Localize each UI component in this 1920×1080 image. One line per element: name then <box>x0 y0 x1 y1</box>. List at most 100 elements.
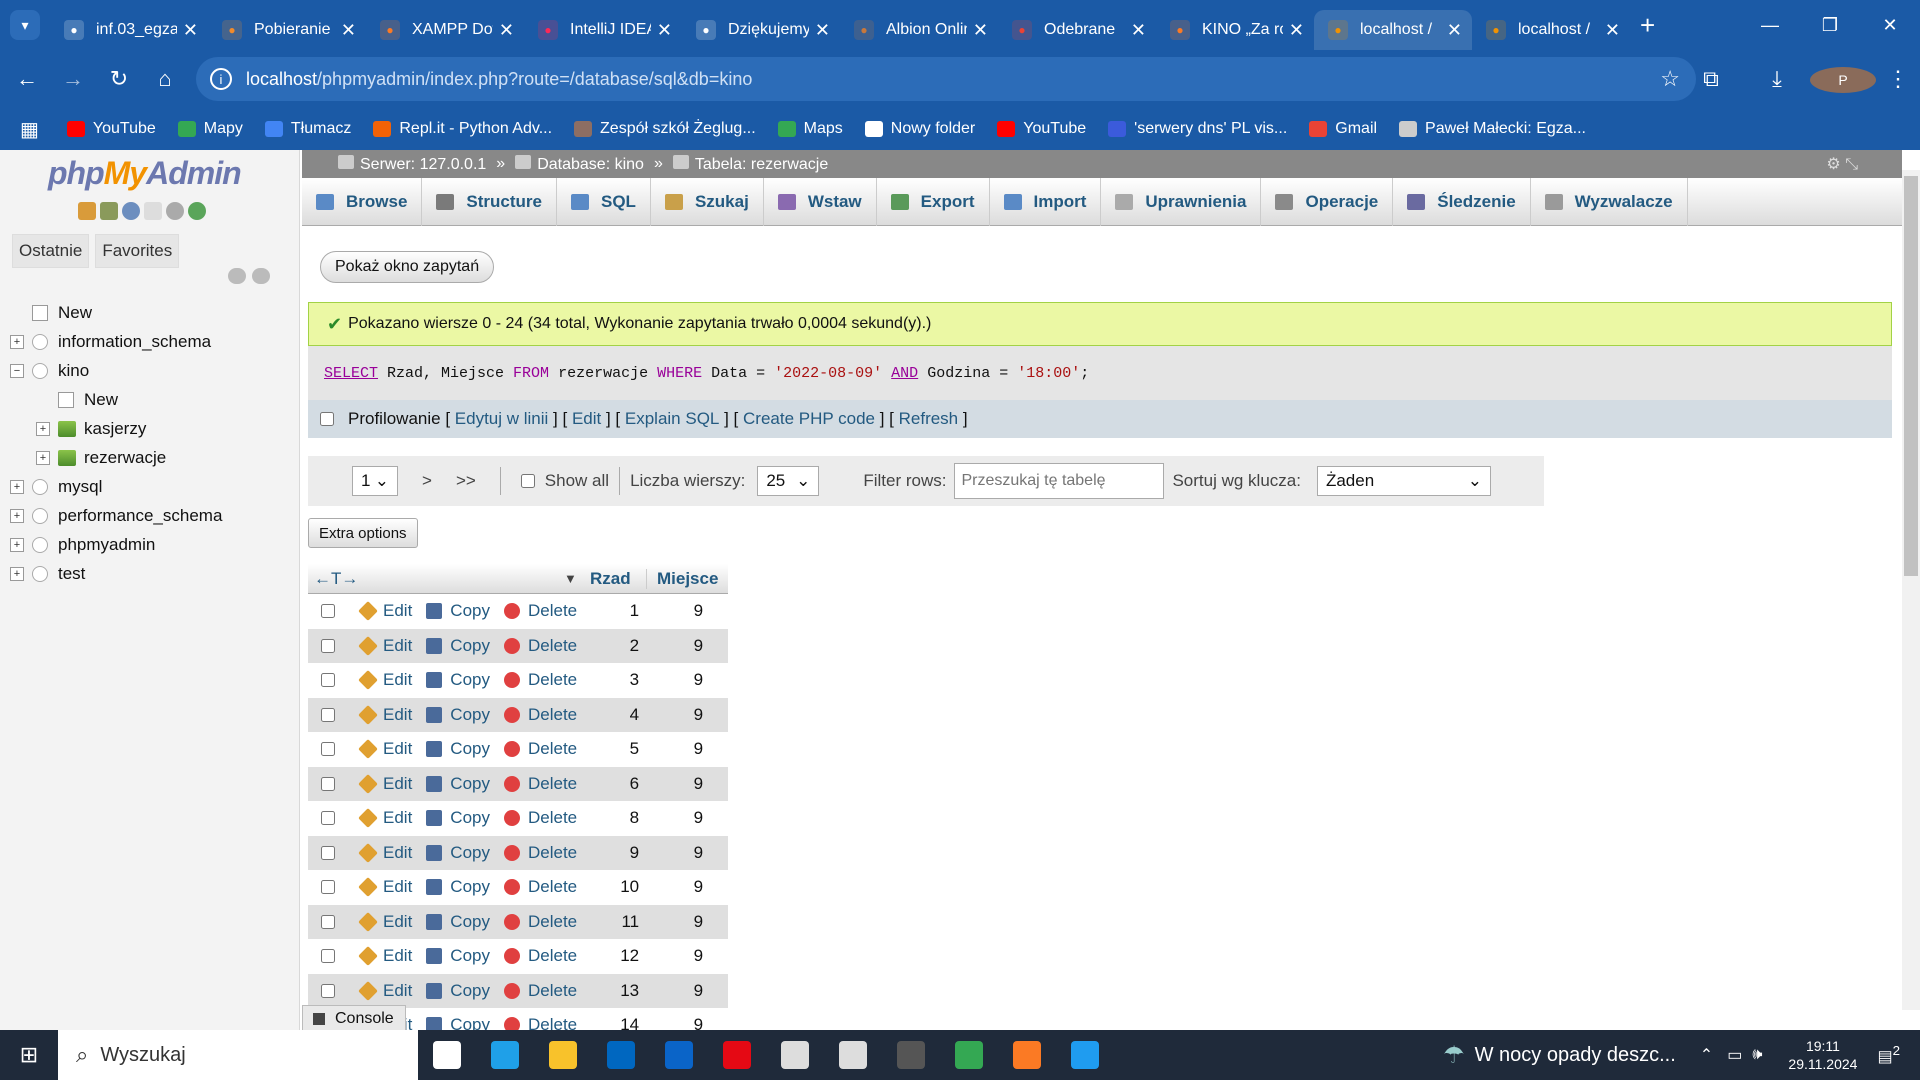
tree-item-mysql[interactable]: + mysql <box>10 472 300 501</box>
volume-icon[interactable]: 🕪 <box>1752 1046 1762 1064</box>
copy-row-button[interactable]: Copy <box>426 739 490 759</box>
scrollbar-thumb[interactable] <box>1904 176 1918 576</box>
tree-item-kasjerzy[interactable]: + kasjerzy <box>10 414 300 443</box>
copy-row-button[interactable]: Copy <box>426 705 490 725</box>
bookmark-item[interactable]: Nowy folder <box>864 120 975 138</box>
delete-row-button[interactable]: Delete <box>503 705 577 725</box>
netflix-icon[interactable] <box>708 1030 766 1080</box>
settings-icon[interactable] <box>166 202 184 220</box>
row-checkbox[interactable] <box>321 742 335 757</box>
browser-tab[interactable]: ● Dziękujemy ✕ <box>682 10 840 50</box>
youtube-app-icon[interactable] <box>766 1030 824 1080</box>
cell-miejsce[interactable]: 9 <box>639 739 703 759</box>
delete-row-button[interactable]: Delete <box>503 739 577 759</box>
tree-item-test[interactable]: + test <box>10 559 300 588</box>
row-checkbox[interactable] <box>321 811 335 826</box>
close-window-button[interactable]: ✕ <box>1860 15 1920 36</box>
cell-miejsce[interactable]: 9 <box>639 636 703 656</box>
network-icon[interactable]: ▭ <box>1727 1045 1742 1065</box>
create-php-code-link[interactable]: Create PHP code <box>743 409 875 429</box>
cell-rzad[interactable]: 5 <box>591 739 639 759</box>
browser-tab[interactable]: ●XAMPP Download✕ <box>366 10 524 50</box>
app-icon[interactable] <box>882 1030 940 1080</box>
cell-rzad[interactable]: 1 <box>591 601 639 621</box>
row-checkbox[interactable] <box>321 673 335 688</box>
page-scrollbar[interactable] <box>1902 170 1920 1010</box>
profile-avatar[interactable]: P <box>1810 67 1876 93</box>
expand-icon[interactable]: + <box>10 479 24 494</box>
tab-uprawnienia[interactable]: Uprawnienia <box>1101 178 1262 226</box>
breadcrumb-server[interactable]: Serwer: 127.0.0.1 <box>338 154 486 174</box>
sort-indicator-icon[interactable]: ▼ <box>564 571 590 586</box>
edit-row-button[interactable]: Edit <box>358 843 412 863</box>
url-bar[interactable]: i localhost/phpmyadmin/index.php?route=/… <box>196 57 1696 101</box>
file-explorer-icon[interactable] <box>534 1030 592 1080</box>
close-tab-icon[interactable]: ✕ <box>815 20 830 41</box>
show-all-checkbox[interactable] <box>520 474 535 488</box>
expand-icon[interactable]: + <box>36 421 50 436</box>
filter-rows-input[interactable] <box>954 463 1165 499</box>
restore-button[interactable]: ❐ <box>1800 15 1860 36</box>
cell-rzad[interactable]: 2 <box>591 636 639 656</box>
tab-wyzwalacze[interactable]: Wyzwalacze <box>1531 178 1688 226</box>
downloads-icon[interactable]: ⤓ <box>1744 66 1810 92</box>
bookmark-item[interactable]: Mapy <box>177 120 243 138</box>
notifications-icon[interactable]: ▤2 <box>1877 1043 1900 1066</box>
cell-rzad[interactable]: 9 <box>591 843 639 863</box>
edit-row-button[interactable]: Edit <box>358 774 412 794</box>
cell-rzad[interactable]: 13 <box>591 981 639 1001</box>
next-page-button[interactable]: > <box>422 471 432 491</box>
tab-recent[interactable]: Ostatnie <box>12 234 90 268</box>
bookmark-item[interactable]: Paweł Małecki: Egza... <box>1399 120 1586 138</box>
copy-row-button[interactable]: Copy <box>426 843 490 863</box>
store-icon[interactable] <box>592 1030 650 1080</box>
extra-options-button[interactable]: Extra options <box>308 518 418 548</box>
browser-tab[interactable]: ● localhost / ✕ <box>1472 10 1630 50</box>
collapse-all-icon[interactable] <box>228 268 246 284</box>
cell-miejsce[interactable]: 9 <box>639 705 703 725</box>
copy-row-button[interactable]: Copy <box>426 774 490 794</box>
tab-szukaj[interactable]: Szukaj <box>651 178 764 226</box>
rows-per-page-select[interactable]: 25 ⌄ <box>757 466 820 496</box>
vscode-icon[interactable] <box>1056 1030 1114 1080</box>
cell-miejsce[interactable]: 9 <box>639 843 703 863</box>
browser-tab[interactable]: ● localhost / ✕ <box>1314 10 1472 50</box>
cell-miejsce[interactable]: 9 <box>639 601 703 621</box>
cell-rzad[interactable]: 6 <box>591 774 639 794</box>
copy-row-button[interactable]: Copy <box>426 912 490 932</box>
cell-rzad[interactable]: 12 <box>591 946 639 966</box>
row-checkbox[interactable] <box>321 880 335 895</box>
cell-miejsce[interactable]: 9 <box>639 912 703 932</box>
phpmyadmin-logo[interactable]: phpMyAdmin <box>48 155 242 192</box>
show-query-window-button[interactable]: Pokaż okno zapytań <box>320 251 495 283</box>
delete-row-button[interactable]: Delete <box>503 808 577 828</box>
browser-tab[interactable]: ● Odebrane ✕ <box>998 10 1156 50</box>
minimize-button[interactable]: — <box>1740 15 1800 36</box>
extensions-icon[interactable]: ⧉ <box>1678 66 1744 92</box>
close-tab-icon[interactable]: ✕ <box>1447 20 1462 41</box>
back-button[interactable]: ← <box>8 66 46 92</box>
close-tab-icon[interactable]: ✕ <box>1605 20 1620 41</box>
page-select[interactable]: 1 ⌄ <box>352 466 398 496</box>
cell-rzad[interactable]: 3 <box>591 670 639 690</box>
tab--ledzenie[interactable]: Śledzenie <box>1393 178 1531 226</box>
cell-rzad[interactable]: 10 <box>591 877 639 897</box>
cell-miejsce[interactable]: 9 <box>639 670 703 690</box>
explain-sql-link[interactable]: Explain SQL <box>625 409 720 429</box>
edit-row-button[interactable]: Edit <box>358 739 412 760</box>
reload-nav-icon[interactable] <box>188 202 206 220</box>
tree-item-rezerwacje[interactable]: + rezerwacje <box>10 443 300 472</box>
delete-row-button[interactable]: Delete <box>503 843 577 863</box>
bookmark-item[interactable]: Gmail <box>1309 120 1377 138</box>
profiling-checkbox[interactable] <box>320 412 334 426</box>
chrome-icon[interactable] <box>940 1030 998 1080</box>
tree-item-phpmyadmin[interactable]: + phpmyadmin <box>10 530 300 559</box>
copy-row-button[interactable]: Copy <box>426 636 490 656</box>
console-toggle[interactable]: Console <box>302 1005 406 1033</box>
last-page-button[interactable]: >> <box>456 471 476 491</box>
row-checkbox[interactable] <box>321 983 335 998</box>
tree-item-kino[interactable]: − kino <box>10 356 300 385</box>
menu-kebab-icon[interactable]: ⋮ <box>1876 66 1920 92</box>
tab-structure[interactable]: Structure <box>422 178 557 226</box>
edit-row-button[interactable]: Edit <box>358 636 412 656</box>
